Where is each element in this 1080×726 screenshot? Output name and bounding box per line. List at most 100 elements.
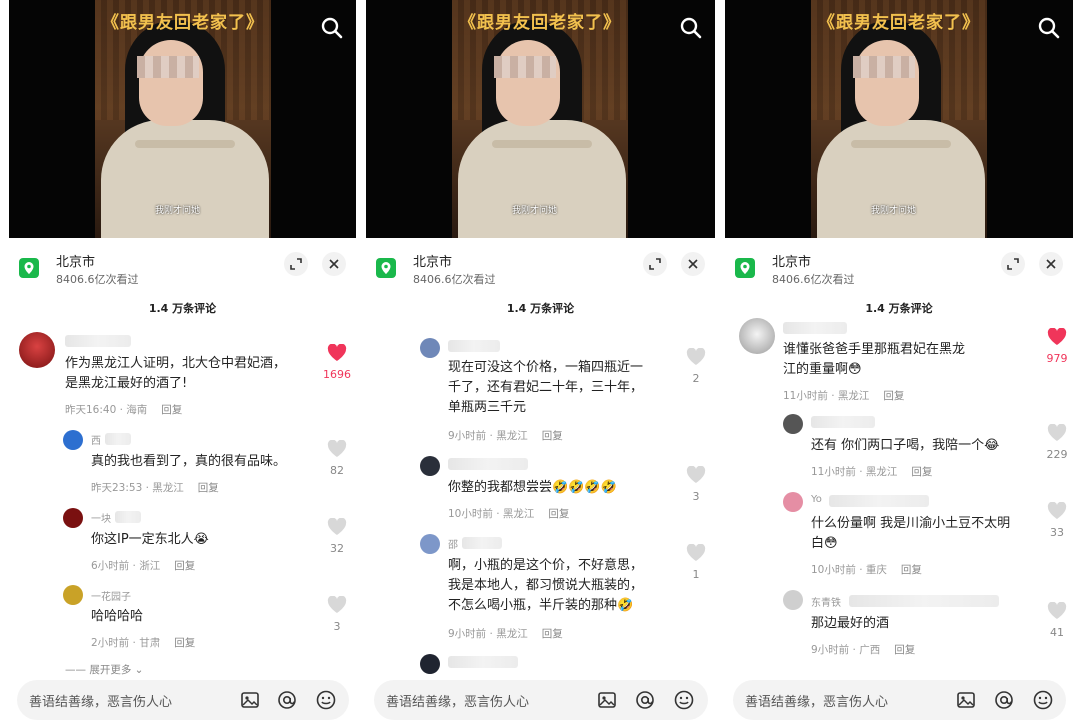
avatar[interactable] bbox=[63, 430, 83, 450]
expand-button[interactable] bbox=[1001, 252, 1025, 276]
like-button[interactable]: 32 bbox=[322, 517, 352, 555]
view-count: 8406.6亿次看过 bbox=[772, 273, 855, 286]
avatar[interactable] bbox=[63, 585, 83, 605]
comment-text: 还有 你们两口子喝，我陪一个😂 bbox=[811, 438, 1000, 453]
like-button[interactable]: 82 bbox=[322, 439, 352, 477]
at-mention-icon[interactable] bbox=[276, 689, 298, 711]
username[interactable]: 东青铁 bbox=[811, 594, 841, 609]
username-blurred[interactable] bbox=[448, 656, 518, 668]
comment-input[interactable]: 善语结善缘，恶言伤人心 bbox=[733, 680, 1066, 720]
comment-meta: 9小时前 · 黑龙江 回复 bbox=[448, 628, 563, 640]
like-button[interactable]: 2 bbox=[681, 347, 711, 385]
comment-meta: 9小时前 · 黑龙江 回复 bbox=[448, 430, 563, 442]
reply-button[interactable]: 回复 bbox=[174, 637, 195, 649]
username[interactable]: 一块 bbox=[91, 510, 111, 525]
image-icon[interactable] bbox=[596, 689, 618, 711]
emoji-icon[interactable] bbox=[1032, 689, 1054, 711]
expand-button[interactable] bbox=[284, 252, 308, 276]
emoji-icon[interactable] bbox=[315, 689, 337, 711]
close-button[interactable] bbox=[1039, 252, 1063, 276]
username-blurred[interactable] bbox=[448, 340, 500, 352]
like-button[interactable]: 979 bbox=[1042, 327, 1072, 365]
location-city[interactable]: 北京市 bbox=[56, 251, 95, 270]
comment-text: 哈哈哈哈 bbox=[91, 609, 144, 624]
search-icon[interactable] bbox=[1037, 16, 1061, 40]
comment-text: 现在可没这个价格，一箱四瓶近一 千了，还有君妃二十年，三十年， 单瓶两三千元 bbox=[448, 360, 644, 415]
close-button[interactable] bbox=[322, 252, 346, 276]
like-button[interactable]: 33 bbox=[1042, 501, 1072, 539]
comment-text: 真的我也看到了，真的很有品味。 bbox=[91, 454, 287, 469]
video-player[interactable]: 我刚才问她 《跟男友回老家了》 bbox=[9, 0, 356, 238]
expand-more-replies[interactable]: —— 展开更多 ⌄ bbox=[65, 662, 143, 677]
reply-button[interactable]: 回复 bbox=[198, 482, 219, 494]
reply-button[interactable]: 回复 bbox=[883, 390, 904, 402]
comment-text: 那边最好的酒 bbox=[811, 616, 890, 631]
avatar[interactable] bbox=[783, 414, 803, 434]
video-player[interactable]: 我刚才问她 《跟男友回老家了》 bbox=[366, 0, 715, 238]
reply-button[interactable]: 回复 bbox=[542, 628, 563, 640]
location-city[interactable]: 北京市 bbox=[413, 251, 452, 270]
search-icon[interactable] bbox=[320, 16, 344, 40]
reply-button[interactable]: 回复 bbox=[911, 466, 932, 478]
avatar[interactable] bbox=[63, 508, 83, 528]
image-icon[interactable] bbox=[239, 689, 261, 711]
like-button[interactable]: 3 bbox=[322, 595, 352, 633]
like-button[interactable]: 1696 bbox=[322, 343, 352, 381]
comment-meta: 10小时前 · 黑龙江 回复 bbox=[448, 508, 570, 520]
comment-text: 啊，小瓶的是这个价，不好意思， 我是本地人，都习惯说大瓶装的， 不怎么喝小瓶，半斤装… bbox=[448, 558, 644, 613]
face-mosaic bbox=[137, 56, 199, 78]
search-icon[interactable] bbox=[679, 16, 703, 40]
username-blurred[interactable] bbox=[65, 335, 131, 347]
like-button[interactable]: 41 bbox=[1042, 601, 1072, 639]
comment-input[interactable]: 善语结善缘，恶言伤人心 bbox=[374, 680, 708, 720]
username[interactable]: 一花园子 bbox=[91, 588, 131, 603]
username-blurred[interactable] bbox=[448, 458, 528, 470]
avatar[interactable] bbox=[420, 338, 440, 358]
video-frame: 我刚才问她 《跟男友回老家了》 bbox=[811, 0, 987, 238]
expand-icon bbox=[649, 258, 661, 270]
reply-button[interactable]: 回复 bbox=[901, 564, 922, 576]
emoji-icon[interactable] bbox=[673, 689, 695, 711]
avatar[interactable] bbox=[783, 492, 803, 512]
username[interactable]: 邵 bbox=[448, 536, 458, 551]
comment-meta: 9小时前 · 广西 回复 bbox=[811, 644, 916, 656]
at-mention-icon[interactable] bbox=[993, 689, 1015, 711]
username-blurred bbox=[849, 595, 999, 607]
avatar[interactable] bbox=[420, 654, 440, 674]
heart-filled-icon bbox=[327, 343, 347, 361]
location-pin-icon bbox=[735, 258, 755, 278]
expand-icon bbox=[1007, 258, 1019, 270]
comment-input-placeholder: 善语结善缘，恶言伤人心 bbox=[386, 695, 530, 710]
like-button[interactable]: 1 bbox=[681, 543, 711, 581]
avatar[interactable] bbox=[19, 332, 55, 368]
reply-button[interactable]: 回复 bbox=[548, 508, 569, 520]
expand-button[interactable] bbox=[643, 252, 667, 276]
video-title: 《跟男友回老家了》 bbox=[818, 13, 980, 33]
comment-input[interactable]: 善语结善缘，恶言伤人心 bbox=[17, 680, 349, 720]
at-mention-icon[interactable] bbox=[634, 689, 656, 711]
location-pin-icon bbox=[376, 258, 396, 278]
username[interactable]: 西 bbox=[91, 432, 101, 447]
video-title: 《跟男友回老家了》 bbox=[102, 13, 264, 33]
like-button[interactable]: 229 bbox=[1042, 423, 1072, 461]
avatar[interactable] bbox=[420, 456, 440, 476]
reply-button[interactable]: 回复 bbox=[894, 644, 915, 656]
comment-meta: 10小时前 · 重庆 回复 bbox=[811, 564, 922, 576]
location-city[interactable]: 北京市 bbox=[772, 251, 811, 270]
reply-button[interactable]: 回复 bbox=[174, 560, 195, 572]
avatar[interactable] bbox=[783, 590, 803, 610]
avatar[interactable] bbox=[739, 318, 775, 354]
username[interactable]: Yo bbox=[811, 494, 822, 508]
heart-icon bbox=[1047, 423, 1067, 441]
avatar[interactable] bbox=[420, 534, 440, 554]
reply-button[interactable]: 回复 bbox=[161, 404, 182, 416]
video-player[interactable]: 我刚才问她 《跟男友回老家了》 bbox=[725, 0, 1073, 238]
username-blurred[interactable] bbox=[811, 416, 875, 428]
image-icon[interactable] bbox=[955, 689, 977, 711]
screenshot-panel-3: 我刚才问她 《跟男友回老家了》 北京市 8406.6亿次看过 1.4 万条评论 … bbox=[725, 0, 1073, 726]
close-button[interactable] bbox=[681, 252, 705, 276]
username-blurred[interactable] bbox=[783, 322, 847, 334]
reply-button[interactable]: 回复 bbox=[542, 430, 563, 442]
like-button[interactable]: 3 bbox=[681, 465, 711, 503]
face-mosaic bbox=[494, 56, 556, 78]
